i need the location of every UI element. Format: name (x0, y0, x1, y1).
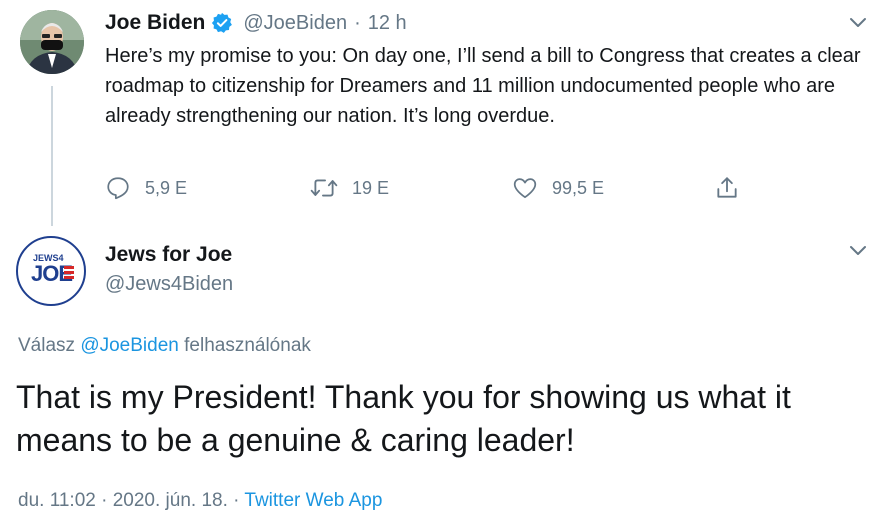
author-name[interactable]: Joe Biden (105, 11, 205, 35)
reply-button[interactable]: 5,9 E (105, 175, 187, 201)
retweet-count: 19 E (352, 177, 390, 198)
avatar-jews-for-joe[interactable]: JEWS4 JOE (16, 236, 86, 306)
reply-author-handle[interactable]: @Jews4Biden (105, 273, 233, 296)
like-button[interactable]: 99,5 E (512, 175, 604, 201)
logo-red-bars (64, 266, 74, 280)
reply-count: 5,9 E (145, 177, 188, 198)
heart-icon (513, 178, 537, 199)
replying-to-suffix: felhasználónak (184, 335, 311, 356)
tweet-text: Here’s my promise to you: On day one, I’… (105, 45, 861, 127)
reply-timestamp[interactable]: du. 11:02 · 2020. jún. 18. · (18, 490, 239, 511)
replying-to-handle-link[interactable]: @JoeBiden (80, 335, 179, 356)
retweet-icon (310, 179, 338, 197)
replying-to-prefix: Válasz (18, 335, 76, 356)
tweet-time[interactable]: 12 h (368, 12, 407, 35)
reply-more-options-chevron-icon[interactable] (848, 240, 868, 260)
avatar-joe-biden[interactable] (20, 10, 84, 74)
author-handle[interactable]: @JoeBiden (243, 12, 347, 35)
replying-to: Válasz @JoeBiden felhasználónak (18, 335, 311, 357)
share-button[interactable] (714, 175, 740, 206)
reply-icon (107, 177, 129, 200)
separator: · (354, 11, 361, 34)
verified-badge-icon (211, 12, 233, 34)
reply-source-link[interactable]: Twitter Web App (244, 490, 382, 511)
like-count: 99,5 E (552, 177, 605, 198)
reply-tweet-text: That is my President! Thank you for show… (16, 379, 791, 458)
retweet-button[interactable]: 19 E (310, 175, 389, 201)
thread-line (51, 86, 53, 226)
share-icon (717, 177, 737, 198)
reply-author-name[interactable]: Jews for Joe (105, 243, 232, 267)
more-options-chevron-icon[interactable] (848, 12, 868, 32)
reply-meta: du. 11:02 · 2020. jún. 18. · Twitter Web… (18, 490, 382, 512)
avatar-image (20, 10, 84, 74)
